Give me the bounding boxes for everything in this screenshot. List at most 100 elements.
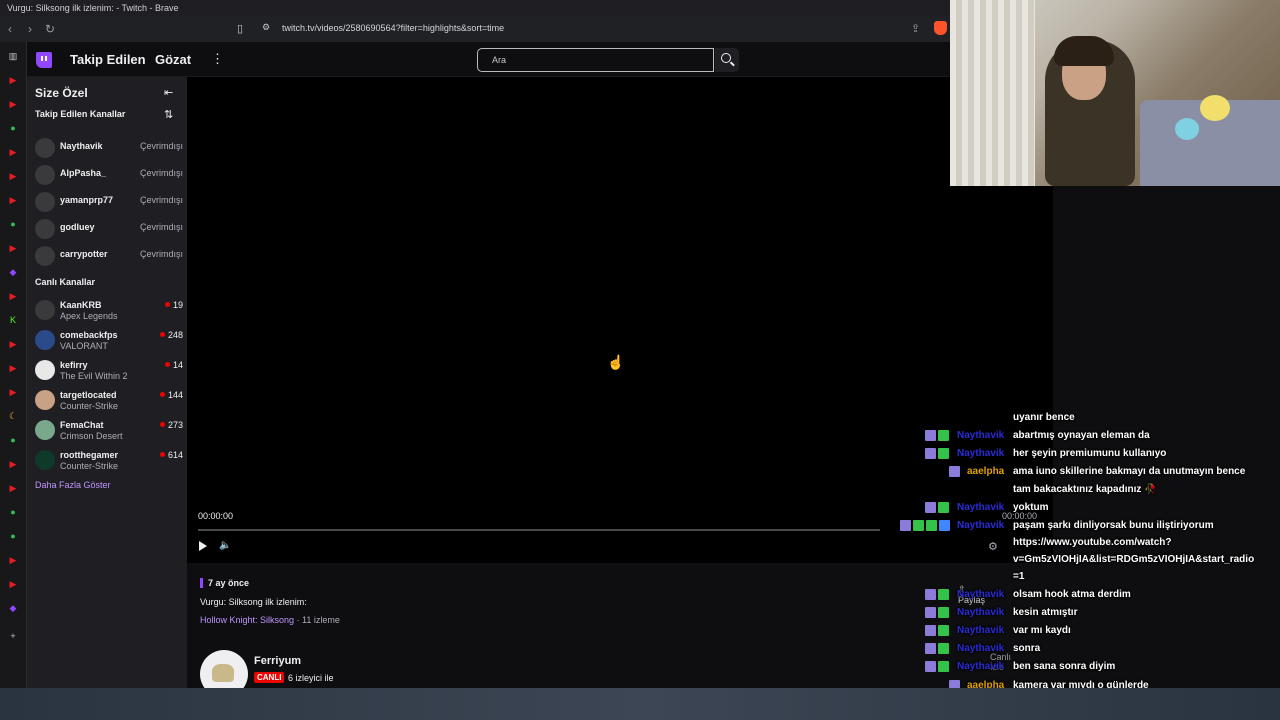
back-icon[interactable]: ‹ <box>0 22 20 36</box>
nav-following-link[interactable]: Takip Edilen <box>70 52 146 67</box>
more-menu-icon[interactable]: ⋮ <box>211 51 224 67</box>
twitch-logo-icon[interactable] <box>36 52 52 68</box>
chat-message: uyanır bence <box>895 410 1280 427</box>
chat-username[interactable]: Naythavik <box>957 661 1004 672</box>
avatar <box>35 246 55 266</box>
live-channel-item[interactable]: comebackfps VALORANT 248 <box>33 328 183 354</box>
youtube-icon[interactable]: ▶ <box>7 194 19 206</box>
channel-name[interactable]: Ferriyum <box>254 655 301 667</box>
chat-overlay: uyanır bence Naythavik abartmış oynayan el… <box>895 410 1280 715</box>
channel-name: carrypotter <box>60 249 108 259</box>
youtube-icon[interactable]: ▶ <box>7 362 19 374</box>
whatsapp-icon[interactable]: ● <box>7 506 19 518</box>
whatsapp-icon[interactable]: ● <box>7 218 19 230</box>
mod-badge-icon <box>900 520 911 531</box>
twitch-icon[interactable]: ◆ <box>7 602 19 614</box>
chat-username[interactable]: Naythavik <box>957 607 1004 618</box>
youtube-icon[interactable]: ▶ <box>7 554 19 566</box>
webcam-plush <box>1200 95 1230 121</box>
followed-channel-item[interactable]: yamanprp77 Çevrimdışı <box>33 190 183 216</box>
followed-channel-item[interactable]: godluey Çevrimdışı <box>33 217 183 243</box>
youtube-icon[interactable]: ▶ <box>7 74 19 86</box>
play-icon[interactable] <box>199 541 207 551</box>
chat-username[interactable]: Naythavik <box>957 502 1004 513</box>
followed-channel-item[interactable]: Naythavik Çevrimdışı <box>33 136 183 162</box>
chat-message-text: kesin atmıştır <box>1013 607 1078 618</box>
youtube-icon[interactable]: ▶ <box>7 242 19 254</box>
video-game-link[interactable]: Hollow Knight: Silksong · 11 izleme <box>200 615 340 625</box>
viewer-count: 14 <box>164 360 183 370</box>
sidebar-toggle-icon[interactable]: ▥ <box>7 50 19 62</box>
live-channel-item[interactable]: rootthegamer Counter-Strike 614 <box>33 448 183 474</box>
chat-username[interactable]: Naythavik <box>957 430 1004 441</box>
volume-icon[interactable]: 🔈 <box>219 540 231 551</box>
youtube-icon[interactable]: ▶ <box>7 482 19 494</box>
channel-game: Counter-Strike <box>60 401 119 411</box>
live-channel-item[interactable]: KaanKRB Apex Legends 19 <box>33 298 183 324</box>
search-icon[interactable] <box>715 48 739 72</box>
chat-username[interactable]: Naythavik <box>957 643 1004 654</box>
live-channel-item[interactable]: FemaChat Crimson Desert 273 <box>33 418 183 444</box>
chat-username[interactable]: Naythavik <box>957 520 1004 531</box>
add-panel-icon[interactable]: + <box>7 630 19 642</box>
viewer-count: 19 <box>164 300 183 310</box>
site-settings-icon[interactable]: ⚙ <box>262 22 270 33</box>
weather-icon[interactable]: ☾ <box>7 410 19 422</box>
channel-name: yamanprp77 <box>60 195 114 205</box>
check-badge-icon <box>938 643 949 654</box>
youtube-icon[interactable]: ▶ <box>7 458 19 470</box>
youtube-icon[interactable]: ▶ <box>7 386 19 398</box>
chat-username[interactable]: Naythavik <box>957 589 1004 600</box>
youtube-icon[interactable]: ▶ <box>7 290 19 302</box>
mod-badge-icon <box>925 448 936 459</box>
youtube-icon[interactable]: ▶ <box>7 170 19 182</box>
chat-message-text: abartmış oynayan eleman da <box>1013 430 1150 441</box>
chat-message-text: =1 <box>1013 571 1025 582</box>
chat-message: Naythavik sonra <box>895 641 1280 658</box>
bookmark-icon[interactable]: ▯ <box>237 22 243 35</box>
chat-message: Naythavik kesin atmıştır <box>895 605 1280 622</box>
search-input[interactable]: Ara <box>477 48 714 72</box>
youtube-icon[interactable]: ▶ <box>7 98 19 110</box>
channel-game: Crimson Desert <box>60 431 123 441</box>
share-icon[interactable]: ⇪ <box>911 22 920 35</box>
chat-badges <box>925 589 951 601</box>
youtube-icon[interactable]: ▶ <box>7 146 19 158</box>
chat-badges <box>925 625 951 637</box>
show-more-link[interactable]: Daha Fazla Göster <box>35 480 111 490</box>
live-channel-item[interactable]: kefirry The Evil Within 2 14 <box>33 358 183 384</box>
progress-bar[interactable] <box>198 529 880 531</box>
live-channel-item[interactable]: targetlocated Counter-Strike 144 <box>33 388 183 414</box>
avatar <box>35 420 55 440</box>
collapse-icon[interactable]: ⇤ <box>164 86 173 99</box>
followed-channel-item[interactable]: AlpPasha_ Çevrimdışı <box>33 163 183 189</box>
chat-username[interactable]: aaelpha <box>967 466 1004 477</box>
check-badge-icon <box>926 520 937 531</box>
mod-badge-icon <box>925 625 936 636</box>
url-field[interactable]: twitch.tv/videos/2580690564?filter=highl… <box>282 23 504 33</box>
nav-browse-link[interactable]: Gözat <box>155 52 191 67</box>
mod-badge-icon <box>925 589 936 600</box>
chat-message-text: v=Gm5zVIOHjIA&list=RDGm5zVIOHjIA&start_r… <box>1013 554 1255 565</box>
youtube-icon[interactable]: ▶ <box>7 338 19 350</box>
brave-shields-icon[interactable] <box>934 21 947 35</box>
channel-name: targetlocated <box>60 390 117 400</box>
whatsapp-icon[interactable]: ● <box>7 122 19 134</box>
video-title: Vurgu: Silksong ilk izlenim: <box>200 597 307 607</box>
twitch-icon[interactable]: ◆ <box>7 266 19 278</box>
taskbar <box>0 688 1280 720</box>
whatsapp-icon[interactable]: ● <box>7 530 19 542</box>
chat-username[interactable]: Naythavik <box>957 625 1004 636</box>
youtube-icon[interactable]: ▶ <box>7 578 19 590</box>
reload-icon[interactable]: ↻ <box>40 22 60 36</box>
forward-icon[interactable]: › <box>20 22 40 36</box>
avatar <box>35 330 55 350</box>
spotify-icon[interactable]: ● <box>7 434 19 446</box>
chat-message: https://www.youtube.com/watch? <box>895 535 1280 552</box>
kick-icon[interactable]: K <box>7 314 19 326</box>
sort-icon[interactable]: ⇅ <box>164 108 173 121</box>
chat-username[interactable]: Naythavik <box>957 448 1004 459</box>
followed-channel-item[interactable]: carrypotter Çevrimdışı <box>33 244 183 270</box>
check-badge-icon <box>938 607 949 618</box>
channel-status: Çevrimdışı <box>139 222 183 232</box>
